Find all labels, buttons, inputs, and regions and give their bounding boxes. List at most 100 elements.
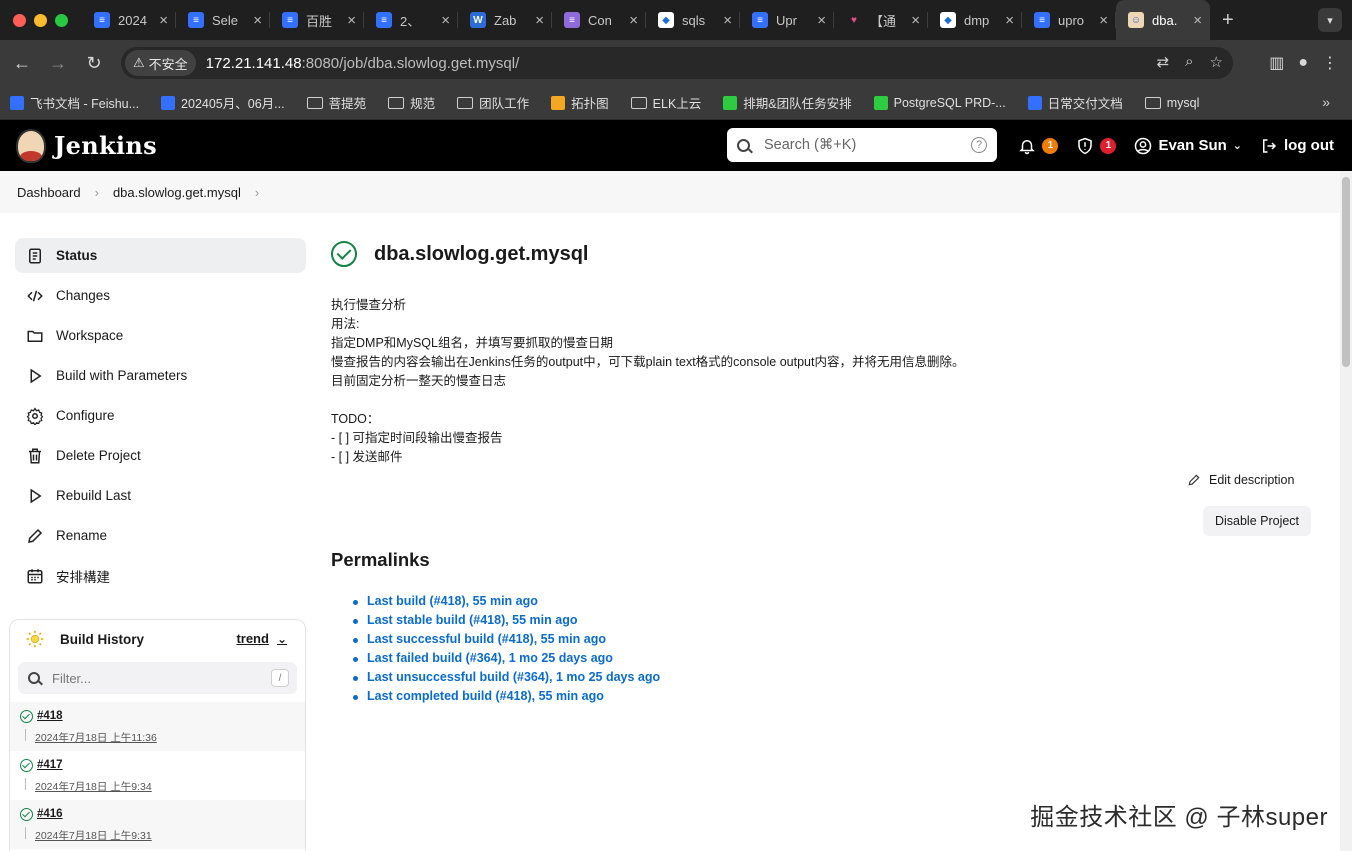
close-tab-icon[interactable]: ×: [347, 12, 356, 29]
sidebar-item-status[interactable]: Status: [15, 238, 306, 273]
sidebar-item-schedule-build[interactable]: 安排構建: [15, 558, 306, 593]
permalink-link[interactable]: Last build (#418), 55 min ago: [367, 594, 538, 608]
breadcrumb-job[interactable]: dba.slowlog.get.mysql: [113, 185, 241, 200]
bookmark-item[interactable]: 排期&团队任务安排: [723, 93, 852, 112]
browser-tab[interactable]: ☺ dba. ×: [1116, 0, 1210, 40]
permalink-link[interactable]: Last stable build (#418), 55 min ago: [367, 613, 577, 627]
user-menu-button[interactable]: Evan Sun ⌄: [1134, 137, 1242, 155]
close-tab-icon[interactable]: ×: [817, 12, 826, 29]
sidebar-item-build-with-parameters[interactable]: Build with Parameters: [15, 358, 306, 393]
profile-icon[interactable]: ●: [1298, 54, 1308, 72]
disable-project-button[interactable]: Disable Project: [1203, 506, 1311, 536]
tab-favicon-icon: ≡: [94, 12, 110, 28]
translate-icon[interactable]: ⇄: [1157, 53, 1170, 71]
browser-tab[interactable]: ♥ 【通 ×: [834, 0, 928, 40]
close-tab-icon[interactable]: ×: [441, 12, 450, 29]
maximize-window-button[interactable]: [55, 13, 68, 27]
notifications-button[interactable]: 1: [1018, 137, 1059, 155]
bookmark-item[interactable]: 飞书文档 - Feishu...: [10, 93, 139, 112]
bookmark-item[interactable]: 拓扑图: [551, 93, 609, 112]
close-tab-icon[interactable]: ×: [159, 12, 168, 29]
breadcrumb-chevron-icon[interactable]: ›: [95, 185, 99, 200]
permalink-link[interactable]: Last completed build (#418), 55 min ago: [367, 689, 604, 703]
browser-tab[interactable]: ◆ sqls ×: [646, 0, 740, 40]
bookmark-favicon-icon: [10, 95, 24, 110]
permalink-link[interactable]: Last unsuccessful build (#364), 1 mo 25 …: [367, 670, 660, 684]
breadcrumb-chevron-icon[interactable]: ›: [255, 185, 259, 200]
close-tab-icon[interactable]: ×: [253, 12, 262, 29]
bookmark-item[interactable]: PostgreSQL PRD-...: [873, 95, 1006, 110]
insecure-indicator[interactable]: ⚠ 不安全: [125, 50, 196, 76]
browser-tab[interactable]: ≡ 2024 ×: [82, 0, 176, 40]
browser-tab[interactable]: ≡ Upr ×: [740, 0, 834, 40]
security-button[interactable]: 1: [1076, 137, 1117, 155]
bookmark-star-icon[interactable]: ☆: [1210, 53, 1223, 71]
address-bar[interactable]: ⚠ 不安全 172.21.141.48:8080/job/dba.slowlog…: [121, 47, 1233, 79]
build-number-link[interactable]: #418: [37, 710, 63, 722]
browser-tab[interactable]: ≡ upro ×: [1022, 0, 1116, 40]
breadcrumb-dashboard[interactable]: Dashboard: [17, 185, 81, 200]
zoom-icon[interactable]: ⌕: [1185, 53, 1193, 71]
browser-tab[interactable]: ≡ 2、 ×: [364, 0, 458, 40]
bookmark-item[interactable]: 团队工作: [457, 93, 529, 112]
url-text[interactable]: 172.21.141.48:8080/job/dba.slowlog.get.m…: [206, 55, 520, 72]
sidebar-item-configure[interactable]: Configure: [15, 398, 306, 433]
page-scrollbar[interactable]: [1340, 171, 1352, 851]
close-tab-icon[interactable]: ×: [629, 12, 638, 29]
build-time-link[interactable]: 2024年7月18日 上午9:34: [35, 779, 152, 794]
bookmark-item[interactable]: 202405月、06月...: [161, 93, 285, 112]
permalink-link[interactable]: Last failed build (#364), 1 mo 25 days a…: [367, 651, 613, 665]
jenkins-search-input[interactable]: Search (⌘+K) ?: [727, 128, 997, 162]
tab-title: 2024: [118, 12, 147, 28]
tab-search-button[interactable]: ▾: [1318, 8, 1342, 32]
permalinks-title: Permalinks: [331, 549, 430, 570]
close-window-button[interactable]: [13, 13, 26, 27]
more-bookmarks-icon[interactable]: »: [1322, 94, 1330, 110]
new-tab-button[interactable]: +: [1222, 9, 1234, 32]
bookmark-item[interactable]: ELK上云: [630, 93, 701, 112]
scrollbar-thumb[interactable]: [1342, 177, 1350, 367]
browser-tab[interactable]: ◆ dmp ×: [928, 0, 1022, 40]
build-filter-input[interactable]: Filter... /: [18, 662, 297, 694]
bookmark-item[interactable]: 规范: [388, 93, 435, 112]
edit-description-button[interactable]: Edit description: [1187, 473, 1294, 487]
forward-icon[interactable]: →: [40, 53, 76, 74]
trend-dropdown[interactable]: trend ⌄: [236, 631, 287, 646]
build-number-link[interactable]: #417: [37, 759, 63, 771]
minimize-window-button[interactable]: [34, 13, 47, 27]
reload-icon[interactable]: ↻: [76, 53, 112, 74]
jenkins-home-link[interactable]: Jenkins: [16, 128, 157, 163]
back-icon[interactable]: ←: [4, 53, 40, 74]
close-tab-icon[interactable]: ×: [911, 12, 920, 29]
build-time-link[interactable]: 2024年7月18日 上午9:31: [35, 828, 152, 843]
sidebar-item-delete-project[interactable]: Delete Project: [15, 438, 306, 473]
sidebar-item-rebuild-last[interactable]: Rebuild Last: [15, 478, 306, 513]
bookmark-item[interactable]: mysql: [1144, 96, 1199, 110]
sidebar-item-changes[interactable]: Changes: [15, 278, 306, 313]
browser-tab[interactable]: ≡ 百胜 ×: [270, 0, 364, 40]
browser-menu-icon[interactable]: ⋮: [1322, 53, 1338, 73]
permalink-item: Last completed build (#418), 55 min ago: [353, 689, 660, 708]
sidebar-item-workspace[interactable]: Workspace: [15, 318, 306, 353]
browser-tab[interactable]: ≡ Con ×: [552, 0, 646, 40]
build-time-link[interactable]: 2024年7月18日 上午11:36: [35, 730, 157, 745]
side-panel-icon[interactable]: ▥: [1269, 53, 1284, 73]
close-tab-icon[interactable]: ×: [1193, 12, 1202, 29]
jenkins-header: Jenkins Search (⌘+K) ? 1 1 Evan Sun ⌄ lo…: [0, 120, 1352, 171]
sidebar-item-rename[interactable]: Rename: [15, 518, 306, 553]
close-tab-icon[interactable]: ×: [535, 12, 544, 29]
close-tab-icon[interactable]: ×: [1005, 12, 1014, 29]
sidebar-item-label: Configure: [56, 408, 115, 423]
warning-icon: ⚠: [133, 55, 145, 70]
build-number-link[interactable]: #416: [37, 808, 63, 820]
search-help-icon[interactable]: ?: [971, 137, 987, 153]
permalink-link[interactable]: Last successful build (#418), 55 min ago: [367, 632, 606, 646]
close-tab-icon[interactable]: ×: [723, 12, 732, 29]
bookmark-item[interactable]: 菩提苑: [306, 93, 366, 112]
browser-tab[interactable]: W Zab ×: [458, 0, 552, 40]
browser-tab[interactable]: ≡ Sele ×: [176, 0, 270, 40]
close-tab-icon[interactable]: ×: [1099, 12, 1108, 29]
filter-placeholder: Filter...: [52, 670, 92, 686]
logout-button[interactable]: log out: [1260, 137, 1334, 155]
bookmark-item[interactable]: 日常交付文档: [1027, 93, 1123, 112]
